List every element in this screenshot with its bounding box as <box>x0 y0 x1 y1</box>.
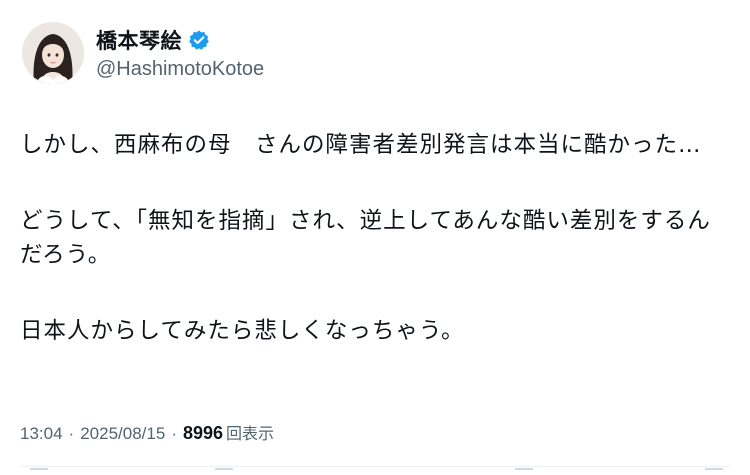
avatar-image <box>22 22 84 84</box>
share-icon[interactable] <box>705 468 723 475</box>
tweet-line: どうして、「無知を指摘」され、逆上してあんな酷い差別をするんだろう。 <box>20 208 711 268</box>
tweet-card: 橋本琴絵 @HashimotoKotoe しかし、西麻布の母 さんの障害者差別発… <box>0 0 750 473</box>
tweet-date[interactable]: 2025/08/15 <box>80 424 165 444</box>
views-label: 回表示 <box>226 424 275 443</box>
tweet-text: しかし、西麻布の母 さんの障害者差別発言は本当に酷かった… どうして、「無知を指… <box>20 128 732 348</box>
meta-separator: · <box>68 424 75 443</box>
display-name-row: 橋本琴絵 <box>96 26 264 54</box>
display-name[interactable]: 橋本琴絵 <box>96 25 182 55</box>
avatar[interactable] <box>22 22 84 84</box>
tweet-time[interactable]: 13:04 <box>20 424 63 444</box>
tweet-meta: 13:04 · 2025/08/15 · 8996 回表示 <box>20 420 274 444</box>
divider <box>20 466 730 467</box>
tweet-line: しかし、西麻布の母 さんの障害者差別発言は本当に酷かった… <box>20 132 702 158</box>
reply-icon[interactable] <box>30 468 48 475</box>
tweet-line: 日本人からしてみたら悲しくなっちゃう。 <box>20 318 465 344</box>
author-names: 橋本琴絵 @HashimotoKotoe <box>96 26 264 81</box>
tweet-header: 橋本琴絵 @HashimotoKotoe <box>22 22 264 84</box>
repost-icon[interactable] <box>215 468 233 475</box>
bookmark-icon[interactable] <box>515 468 533 475</box>
user-handle[interactable]: @HashimotoKotoe <box>96 58 264 81</box>
views-count[interactable]: 8996 <box>183 423 223 444</box>
meta-separator: · <box>171 424 177 443</box>
verified-badge-icon[interactable] <box>188 29 210 51</box>
